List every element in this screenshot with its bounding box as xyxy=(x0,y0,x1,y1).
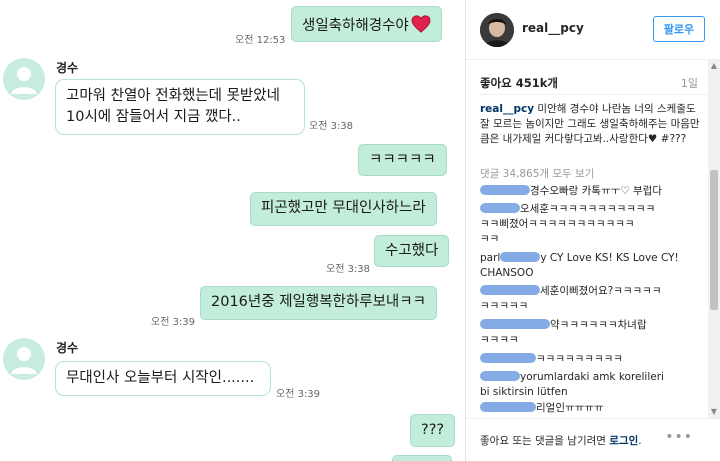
message-time: 오전 3:38 xyxy=(309,121,354,132)
comment-text: 약ㅋㅋㅋㅋㅋㅋ차녀랍 xyxy=(550,319,647,331)
message-text: 2016년중 제일행복한하루보내ㅋㅋ xyxy=(211,294,426,310)
login-link[interactable]: 로그인 xyxy=(609,435,638,447)
post-caption: real__pcy 미안해 경수야 나란놈 너의 스케줄도 잘 모르는 놈이지만… xyxy=(480,102,708,147)
redacted-username xyxy=(480,371,520,381)
chat-pane: 생일축하해경수야 오전 12:53 경수 고마워 찬열아 전화했는데 못받았네 … xyxy=(0,0,465,461)
divider xyxy=(480,94,707,95)
incoming-message: 고마워 찬열아 전화했는데 못받았네 10시에 잠들어서 지금 깼다.. xyxy=(55,79,305,135)
message-time: 오전 12:53 xyxy=(235,35,286,46)
message-line: 10시에 잠들어서 지금 깼다.. xyxy=(66,109,241,125)
message-time: 오전 3:38 xyxy=(326,264,371,275)
follow-button[interactable]: 팔로우 xyxy=(653,16,705,42)
redacted-username xyxy=(480,285,540,295)
comment: 약ㅋㅋㅋㅋㅋㅋ차녀랍 ㅋㅋㅋㅋ xyxy=(480,318,708,348)
outgoing-message: ??? xyxy=(410,414,456,447)
redacted-username xyxy=(500,252,541,262)
redacted-username xyxy=(480,402,536,412)
incoming-message: 무대인사 오늘부터 시작인....... xyxy=(55,361,271,396)
message-text: ??? xyxy=(421,422,445,438)
outgoing-message: 2016년중 제일행복한하루보내ㅋㅋ xyxy=(200,286,437,320)
default-avatar-icon xyxy=(3,58,45,100)
comment-text: ㅋㅋㅋㅋ xyxy=(480,334,519,346)
outgoing-message: ㅋㅋㅋㅋㅋ xyxy=(358,144,447,176)
scroll-down-arrow-icon[interactable]: ▼ xyxy=(708,406,720,418)
message-text: 피곤했고만 무대인사하느라 xyxy=(261,200,426,216)
message-time: 오전 3:39 xyxy=(276,389,321,400)
comment-text: ㅋㅋㅋㅋㅋㅋㅋㅋㅋ xyxy=(536,353,623,365)
login-prompt: 좋아요 또는 댓글을 남기려면 로그인. xyxy=(480,433,642,448)
more-dots-icon[interactable]: ••• xyxy=(665,429,693,445)
caption-username[interactable]: real__pcy xyxy=(480,103,534,115)
scrollbar[interactable]: ▲ ▼ xyxy=(708,60,720,418)
comment-text: yorumlardaki amk koreli̇leri̇ xyxy=(520,371,664,383)
post-header: real__pcy 팔로우 xyxy=(466,0,720,60)
profile-avatar[interactable] xyxy=(480,13,514,47)
post-footer: 좋아요 또는 댓글을 남기려면 로그인. ••• xyxy=(466,418,720,461)
sender-name: 경수 xyxy=(56,341,79,355)
heart-emoji-icon xyxy=(411,15,431,33)
scroll-up-arrow-icon[interactable]: ▲ xyxy=(708,60,720,72)
login-prompt-end: . xyxy=(638,435,642,447)
comment-text: 세훈이삐졌어요?ㅋㅋㅋㅋㅋ xyxy=(540,285,662,297)
profile-photo-icon xyxy=(480,13,514,47)
message-line: 고마워 찬열아 전화했는데 못받았네 xyxy=(66,88,280,104)
outgoing-message: 피곤했고만 무대인사하느라 xyxy=(250,192,437,226)
outgoing-message: 생일축하해경수야 xyxy=(291,6,442,42)
instagram-post-panel: real__pcy 팔로우 좋아요 451k개 1일 real__pcy 미안해… xyxy=(465,0,720,461)
login-prompt-text: 좋아요 또는 댓글을 남기려면 xyxy=(480,435,610,447)
comment: ㅋㅋㅋㅋㅋㅋㅋㅋㅋ xyxy=(480,352,708,367)
sender-name: 경수 xyxy=(56,61,79,75)
comment: parl y CY Love KS! KS Love CY! CHANSOO xyxy=(480,251,708,281)
message-line: 무대인사 오늘부터 시작인....... xyxy=(66,370,255,386)
message-text: 생일축하해경수야 xyxy=(302,18,409,34)
comment: 세훈이삐졌어요?ㅋㅋㅋㅋㅋ ㅋㅋㅋㅋㅋ xyxy=(480,284,708,314)
post-age[interactable]: 1일 xyxy=(681,75,698,91)
comment-text: ㅋㅋㅋㅋㅋ xyxy=(480,300,529,312)
redacted-username xyxy=(480,185,530,195)
comment-text: CHANSOO xyxy=(480,267,534,279)
default-avatar-icon xyxy=(3,338,45,380)
message-text: 수고했다 xyxy=(385,243,439,259)
redacted-username xyxy=(480,353,536,363)
view-all-comments-link[interactable]: 댓글 34,865개 모두 보기 xyxy=(480,166,594,181)
comment-text: bi̇ si̇kti̇rsi̇n lütfen xyxy=(480,386,568,398)
comment-text: 리얼인ㅠㅠㅠㅠ xyxy=(536,402,604,414)
redacted-username xyxy=(480,203,520,213)
profile-username[interactable]: real__pcy xyxy=(522,21,584,35)
message-text: ㅋㅋㅋㅋㅋ xyxy=(369,152,436,168)
redacted-username xyxy=(480,319,550,329)
contact-avatar[interactable] xyxy=(3,58,45,100)
comment-text: ㅋㅋ삐졌어ㅋㅋㅋㅋㅋㅋㅋㅋㅋㅋㅋ xyxy=(480,218,635,230)
likes-count[interactable]: 좋아요 451k개 xyxy=(480,75,558,91)
comment-text: 오세훈ㅋㅋㅋㅋㅋㅋㅋㅋㅋㅋㅋ xyxy=(520,203,656,215)
comment: 오세훈ㅋㅋㅋㅋㅋㅋㅋㅋㅋㅋㅋ ㅋㅋ삐졌어ㅋㅋㅋㅋㅋㅋㅋㅋㅋㅋㅋ ㅋㅋ xyxy=(480,202,708,247)
comment: 리얼인ㅠㅠㅠㅠ xyxy=(480,401,708,416)
scrollbar-thumb[interactable] xyxy=(710,170,718,310)
outgoing-message: 수고했다 xyxy=(374,235,450,267)
contact-avatar[interactable] xyxy=(3,338,45,380)
comment-text: ㅋㅋ xyxy=(480,233,500,245)
message-time: 오전 3:39 xyxy=(151,317,196,328)
comment-text: 경수오빠랑 카톡ㅠㅜ♡ 부럽다 xyxy=(530,185,663,197)
comment: yorumlardaki amk koreli̇leri̇ bi̇ si̇kti… xyxy=(480,370,708,400)
comment-text: y CY Love KS! KS Love CY! xyxy=(540,252,679,264)
outgoing-message-partial xyxy=(392,455,452,461)
comment: 경수오빠랑 카톡ㅠㅜ♡ 부럽다 xyxy=(480,184,708,199)
comment-prefix: parl xyxy=(480,252,501,264)
